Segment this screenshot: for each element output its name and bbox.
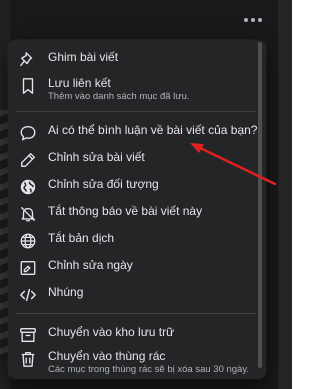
menu-divider: [16, 313, 256, 314]
menu-item-label: Tắt bản dịch: [48, 231, 115, 245]
menu-item-label: Chỉnh sửa bài viết: [48, 150, 145, 164]
globe-icon: [18, 177, 38, 197]
menu-scrollbar[interactable]: [258, 42, 262, 368]
menu-item-label: Nhúng: [48, 285, 84, 299]
pencil-icon: [18, 150, 38, 170]
post-options-menu: Ghim bài viết Lưu liên kết Thêm vào danh…: [8, 40, 266, 379]
menu-item-label: Chỉnh sửa ngày: [48, 258, 133, 272]
menu-item-label: Chuyển vào kho lưu trữ: [48, 325, 175, 339]
trash-icon: [18, 349, 38, 369]
menu-item-description: Thêm vào danh sách mục đã lưu.: [48, 91, 190, 102]
dot-icon: [244, 18, 248, 22]
menu-divider: [16, 111, 256, 112]
code-icon: [18, 285, 38, 305]
dot-icon: [258, 18, 262, 22]
menu-item-move-to-trash[interactable]: Chuyển vào thùng rác Các mục trong thùng…: [14, 349, 250, 376]
translate-icon: [18, 231, 38, 251]
menu-item-label: Chuyển vào thùng rác: [48, 349, 166, 363]
annotation-arrow: [190, 143, 277, 186]
comment-icon: [18, 123, 38, 143]
menu-item-label: Chỉnh sửa đối tượng: [48, 177, 159, 191]
menu-item-label: Ghim bài viết: [48, 50, 119, 64]
dot-icon: [251, 18, 255, 22]
menu-item-turn-off-notifications[interactable]: Tắt thông báo về bài viết này: [14, 204, 250, 224]
menu-item-label: Tắt thông báo về bài viết này: [48, 204, 203, 218]
menu-item-save-link[interactable]: Lưu liên kết Thêm vào danh sách mục đã l…: [14, 76, 250, 103]
menu-item-pin-post[interactable]: Ghim bài viết: [14, 50, 250, 70]
bookmark-icon: [18, 76, 38, 96]
menu-item-turn-off-translation[interactable]: Tắt bản dịch: [14, 231, 250, 251]
menu-item-label: Lưu liên kết: [48, 76, 111, 90]
pin-icon: [18, 50, 38, 70]
post-background-right: [278, 0, 292, 389]
calendar-edit-icon: [18, 258, 38, 278]
menu-item-edit-date[interactable]: Chỉnh sửa ngày: [14, 258, 250, 278]
more-options-button[interactable]: [238, 8, 268, 32]
archive-icon: [18, 325, 38, 345]
facebook-post-screen: Ghim bài viết Lưu liên kết Thêm vào danh…: [0, 0, 292, 389]
menu-item-description: Các mục trong thùng rác sẽ bị xóa sau 30…: [48, 364, 250, 375]
bell-off-icon: [18, 204, 38, 224]
menu-item-embed[interactable]: Nhúng: [14, 285, 250, 305]
menu-item-move-to-archive[interactable]: Chuyển vào kho lưu trữ: [14, 325, 250, 345]
